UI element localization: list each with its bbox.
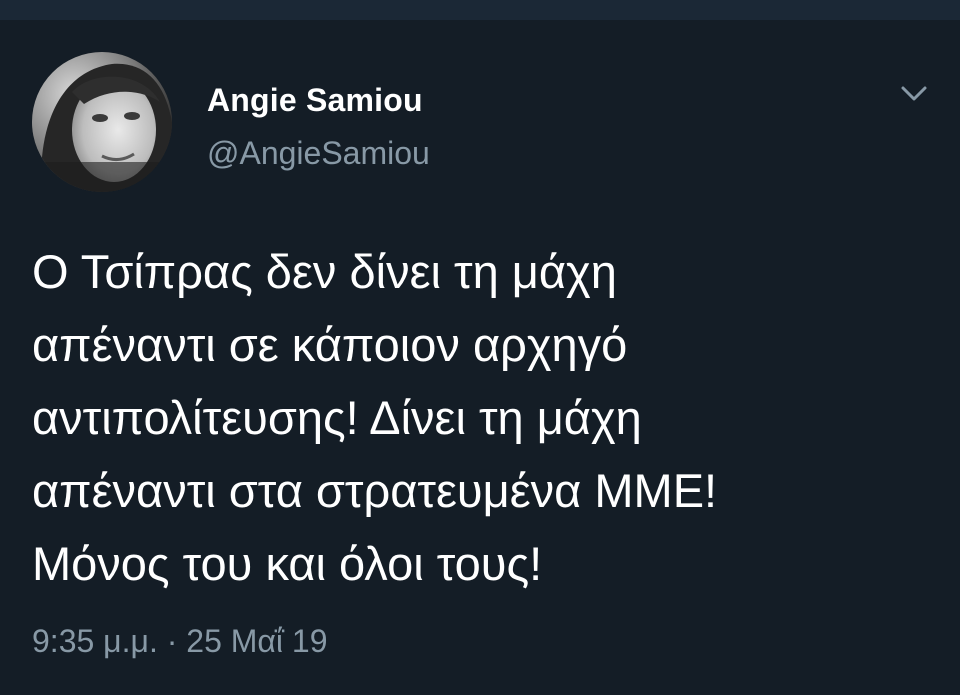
chevron-down-icon[interactable] [896, 76, 932, 112]
tweet-text-line: Μόνος του και όλοι τους! [32, 537, 543, 590]
author-handle[interactable]: @AngieSamiou [207, 135, 430, 172]
profile-photo-icon [32, 52, 172, 192]
tweet-text-line: απέναντι σε κάποιον αρχηγό [32, 318, 628, 371]
tweet-text-line: Ο Τσίπρας δεν δίνει τη μάχη [32, 245, 617, 298]
tweet-text-line: αντιπολίτευσης! Δίνει τη μάχη [32, 391, 642, 444]
avatar[interactable] [32, 52, 172, 192]
tweet-text: Ο Τσίπρας δεν δίνει τη μάχη απέναντι σε … [32, 235, 932, 600]
top-bar [0, 0, 960, 20]
author-display-name[interactable]: Angie Samiou [207, 82, 423, 119]
tweet-date: 25 Μαΐ 19 [186, 623, 328, 659]
timestamp-separator: · [166, 623, 178, 659]
tweet-card: Angie Samiou @AngieSamiou Ο Τσίπρας δεν … [0, 20, 960, 695]
tweet-text-line: απέναντι στα στρατευμένα ΜΜΕ! [32, 464, 718, 517]
tweet-time: 9:35 μ.μ. [32, 623, 158, 659]
tweet-timestamp[interactable]: 9:35 μ.μ. · 25 Μαΐ 19 [32, 623, 328, 660]
